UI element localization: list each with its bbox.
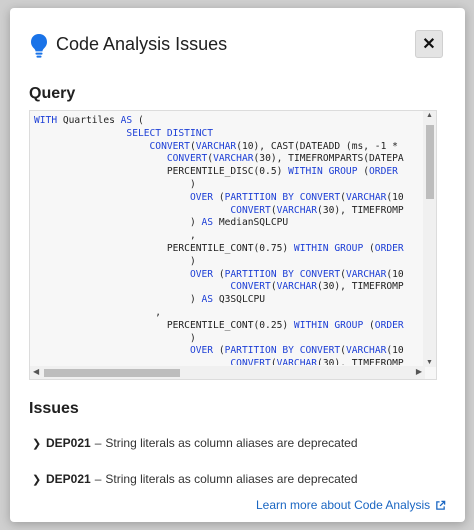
external-link-icon — [436, 500, 446, 510]
lightbulb-icon — [31, 34, 47, 58]
chevron-right-icon: ❯ — [32, 473, 42, 486]
code-line: OVER (PARTITION BY CONVERT(VARCHAR(10 — [189, 345, 404, 357]
query-code-panel[interactable]: WITH Quartiles AS ( SELECT DISTINCT CONV… — [29, 110, 437, 380]
learn-more-label: Learn more about Code Analysis — [256, 498, 431, 512]
chevron-right-icon: ❯ — [32, 437, 42, 450]
issue-separator: – — [94, 472, 102, 486]
learn-more-link[interactable]: Learn more about Code Analysis — [256, 498, 446, 512]
close-icon: ✕ — [422, 36, 436, 53]
code-line: PERCENTILE_CONT(0.25) WITHIN GROUP (ORDE… — [34, 319, 404, 331]
issue-item[interactable]: ❯ DEP021 – String literals as column ali… — [32, 472, 358, 486]
scroll-left-icon[interactable]: ◀ — [33, 367, 39, 376]
code-line: ) AS Q3SQLCPU — [34, 294, 266, 306]
code-line: ) — [34, 332, 196, 344]
code-line: CONVERT(VARCHAR(30), TIMEFROMPARTS(DATEP… — [166, 153, 404, 165]
close-button[interactable]: ✕ — [415, 30, 443, 58]
horizontal-scroll-thumb[interactable] — [44, 369, 180, 377]
code-analysis-dialog: Code Analysis Issues ✕ Query WITH Quarti… — [10, 8, 465, 522]
issue-separator: – — [94, 436, 102, 450]
code-line: CONVERT(VARCHAR(30), TIMEFROMP — [230, 204, 404, 216]
issue-code: DEP021 — [46, 436, 91, 450]
scroll-down-icon[interactable]: ▼ — [426, 359, 433, 366]
vertical-scroll-thumb[interactable] — [426, 125, 434, 199]
dialog-title: Code Analysis Issues — [56, 34, 228, 54]
code-line: CONVERT(VARCHAR(10), CAST(DATEADD (ms, -… — [149, 140, 404, 152]
scroll-right-icon[interactable]: ▶ — [416, 367, 422, 376]
issues-heading: Issues — [29, 400, 79, 417]
code-line: WITH Quartiles AS ( — [34, 115, 144, 126]
code-line: ) AS MedianSQLCPU — [34, 217, 289, 229]
query-heading: Query — [29, 85, 76, 102]
code-line: , — [34, 306, 162, 318]
horizontal-scrollbar[interactable]: ◀ ▶ — [30, 366, 425, 379]
issue-item[interactable]: ❯ DEP021 – String literals as column ali… — [32, 436, 358, 450]
code-line: OVER (PARTITION BY CONVERT(VARCHAR(10 — [189, 268, 404, 280]
issue-code: DEP021 — [46, 472, 91, 486]
issue-message: String literals as column aliases are de… — [105, 472, 358, 486]
code-line: OVER (PARTITION BY CONVERT(VARCHAR(10 — [189, 191, 404, 203]
code-line: PERCENTILE_CONT(0.75) WITHIN GROUP (ORDE… — [34, 242, 404, 254]
vertical-scrollbar[interactable]: ▲ ▼ — [423, 111, 436, 367]
dialog-header: Code Analysis Issues ✕ — [10, 8, 465, 78]
scroll-up-icon[interactable]: ▲ — [426, 112, 433, 119]
code-line: ) — [34, 255, 196, 267]
query-code: WITH Quartiles AS ( SELECT DISTINCT CONV… — [34, 115, 422, 365]
issue-message: String literals as column aliases are de… — [105, 436, 358, 450]
code-line: PERCENTILE_DISC(0.5) WITHIN GROUP (ORDER — [34, 166, 398, 178]
code-line: CONVERT(VARCHAR(30), TIMEFROMP — [230, 281, 404, 293]
code-line: , — [34, 230, 196, 242]
code-line: CONVERT(VARCHAR(30), TIMEFROMP — [230, 358, 404, 365]
code-line: SELECT DISTINCT — [34, 127, 214, 139]
code-line: ) — [34, 178, 196, 190]
